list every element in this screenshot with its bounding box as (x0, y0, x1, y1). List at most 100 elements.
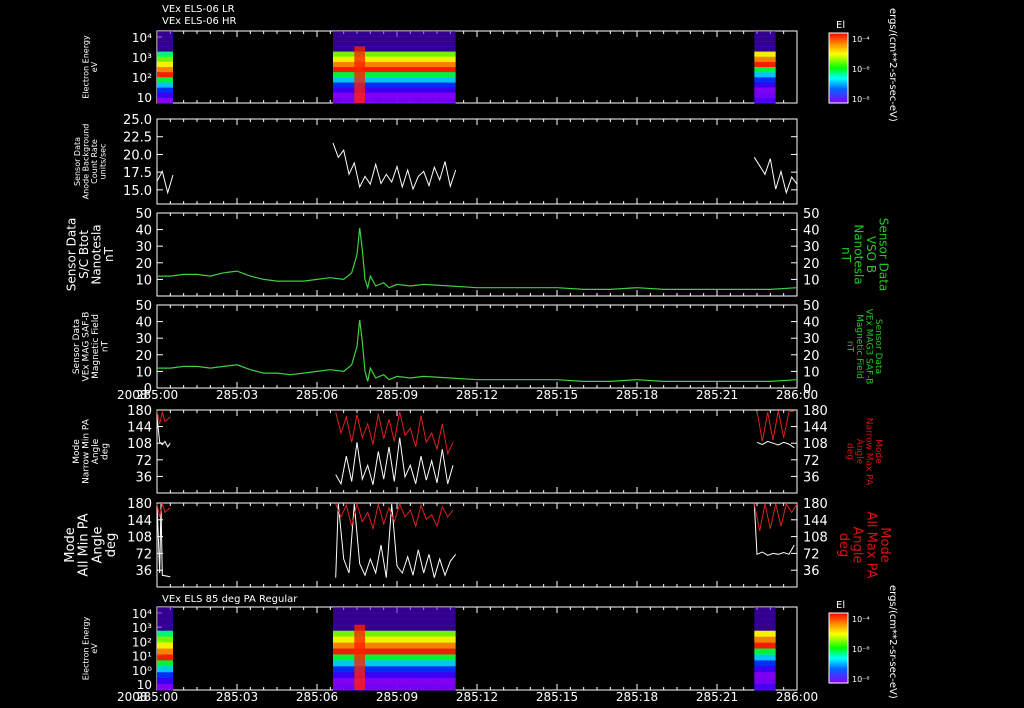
panel-0-spectrogram-cell (754, 41, 776, 47)
panel-3-ylabel-line-3: nT (100, 340, 110, 352)
panel-4-ylabel-right-line-3: deg (845, 443, 855, 460)
panel-0-spectrogram-cell (754, 82, 776, 89)
panel-6-spectrogram-cell (157, 666, 173, 673)
panel-5-ylabel-right: ModeAll Max PAAngledeg (836, 511, 892, 578)
panel-0-spectrogram-cell (333, 41, 456, 47)
panel-6-spectrogram-cell (333, 666, 456, 673)
panel-3-frame (156, 304, 798, 389)
panel-1-ytick-label: 20.0 (123, 148, 152, 163)
panel-6-spectrogram-cell (157, 672, 173, 679)
panel-6-spectrogram-cell (157, 612, 173, 620)
colorbar-bottom: El 10⁻⁴ 10⁻⁶ 10⁻⁸ ergs/(cm**2-sr-sec-eV) (828, 585, 898, 699)
panel-0-spectrogram-cell (333, 56, 456, 63)
panel-6-ytick-label: 10¹ (132, 650, 152, 664)
panel-4-frame (156, 409, 798, 494)
panel-2-ylabel-right-line-3: nT (839, 247, 853, 263)
panel-0-spectrogram-cell (157, 67, 173, 73)
panel-2-ytick-label: 20 (135, 257, 152, 272)
panel-6-xtick-label: 285:06 (296, 690, 338, 704)
panel-6-spectrogram-cell (754, 654, 776, 661)
panel-0-spectrogram-cell (333, 82, 456, 89)
panel-6-spectrogram-cell (754, 648, 776, 655)
panel-4-max-pa-segment-2 (756, 410, 795, 442)
panel-4-ylabel: Mode Narrow Min PA Angle deg (72, 418, 110, 484)
panel-6-spectrogram-cell (754, 642, 776, 649)
panel-0-spectrogram-cell (754, 31, 776, 37)
panel-6-xtick-label: 285:18 (616, 690, 658, 704)
panel-6-year-label: 2008 (117, 690, 148, 704)
panel-5-ytick-label: 180 (127, 497, 152, 512)
panel-0-spectrogram-cell (333, 67, 456, 73)
panel-3-ytick-label-right: 40 (803, 316, 820, 331)
panel-1-ytick-label: 25.0 (123, 113, 152, 128)
panel-6-spectrogram-cell (754, 607, 776, 614)
panel-6-spectrogram-cell (157, 678, 173, 685)
panel-3-xtick-label: 286:00 (776, 388, 818, 402)
panel-6-spectrogram-cell (754, 624, 776, 632)
panel-6-spectrogram-cell (754, 666, 776, 673)
panel-2-ytick-label: 40 (135, 224, 152, 239)
panel-3-ylabel-right: Sensor DataVEx MAG3 SAF-BMagnetic Fieldn… (845, 309, 883, 385)
panel-0-spectrogram-cell (333, 77, 456, 83)
panel-3-ytick-label: 40 (135, 316, 152, 331)
panel-3-xtick-label: 285:03 (216, 388, 258, 402)
panel-3-year-label: 2008 (117, 388, 148, 402)
panel-0-ytick-label: 10³ (132, 51, 152, 65)
panel-0-spectrogram-cell (754, 51, 776, 58)
panel-3-xtick-label: 285:21 (696, 388, 738, 402)
panel-6-spectrogram-cell (754, 678, 776, 685)
panel-0-spectrogram-cell (333, 87, 456, 94)
panel-3-ytick-label: 10 (135, 365, 152, 380)
panel-0-spectrogram-cell (754, 36, 776, 42)
panel-5-ytick-label: 108 (127, 531, 152, 546)
colorbar-top-tick-2: 10⁻⁶ (852, 65, 870, 74)
panel-4-ytick-label-right: 36 (803, 470, 820, 485)
panel-0-spectrogram-cell (754, 67, 776, 73)
colorbar-top-tick-3: 10⁻⁸ (852, 95, 870, 104)
panel-5-ytick-label: 72 (135, 547, 152, 562)
panel-4-ytick-label: 36 (135, 470, 152, 485)
panel-5-ylabel-line-3: deg (104, 533, 119, 558)
panel-0-spectrogram-cell (333, 36, 456, 42)
panel-6-spectrogram-cell (157, 648, 173, 655)
panel-6-spectrogram-cell (157, 618, 173, 626)
colorbar-top: El 10⁻⁴ 10⁻⁶ 10⁻⁸ ergs/(cm**2-sr-sec-eV) (828, 8, 898, 122)
panel-2-ytick-label: 50 (135, 207, 152, 222)
panel-5-ylabel: ModeAll Min PAAngledeg (63, 513, 119, 576)
panel-4-ytick-label: 180 (127, 404, 152, 419)
panel-5-max-pa-segment-0 (156, 501, 171, 518)
panel-3-xtick-label: 285:18 (616, 388, 658, 402)
panel-6-spectrogram-cell (333, 642, 456, 649)
panel-0-spectrogram-cell (754, 97, 776, 104)
panel-0-ytick-label: 10 (137, 91, 152, 105)
panel-6-spectrogram-cell (333, 660, 456, 667)
panel-1-series-1-line (332, 142, 457, 191)
panel-0-frame (156, 30, 798, 104)
panel-0-spectrogram-cell (333, 31, 456, 37)
colorbar-top-gradient (828, 32, 849, 104)
panel-1-ytick-label: 17.5 (123, 166, 152, 181)
panel-0-spectrogram-cell (157, 51, 173, 58)
panel-4-min-pa-segment-2 (756, 440, 795, 449)
panel-5-min-pa-segment-1 (335, 503, 457, 578)
panel-6-spectrogram-cell (157, 624, 173, 632)
panel-0-spectrogram-cell (157, 46, 173, 53)
panel-3-ytick-label: 20 (135, 349, 152, 364)
panel-6-xtick-label: 285:03 (216, 690, 258, 704)
panel-4-max-pa-segment-0 (156, 410, 171, 424)
panel-6-spectrogram-cell (754, 630, 776, 638)
panel-0-spectrogram-cell (157, 31, 173, 37)
panel-4-ytick-label-right: 108 (803, 437, 828, 452)
panel-6-ytick-label: 10² (132, 635, 152, 649)
panel-0-ylabel: Electron Energy eV (82, 35, 99, 99)
panel-0-spectrogram-cell (333, 51, 456, 58)
panel-3-ytick-label: 50 (135, 299, 152, 314)
panel-1-frame (156, 118, 798, 205)
panel-0-spectrogram-cell (157, 36, 173, 42)
panel-4-ytick-label-right: 144 (803, 421, 828, 436)
panel-0-spectrogram-cell (157, 77, 173, 83)
panel-3-xtick-label: 285:06 (296, 388, 338, 402)
panel-6-spectrogram-cell (157, 660, 173, 667)
panel-5-ytick-label-right: 72 (803, 547, 820, 562)
panel-2-trace (157, 227, 798, 290)
